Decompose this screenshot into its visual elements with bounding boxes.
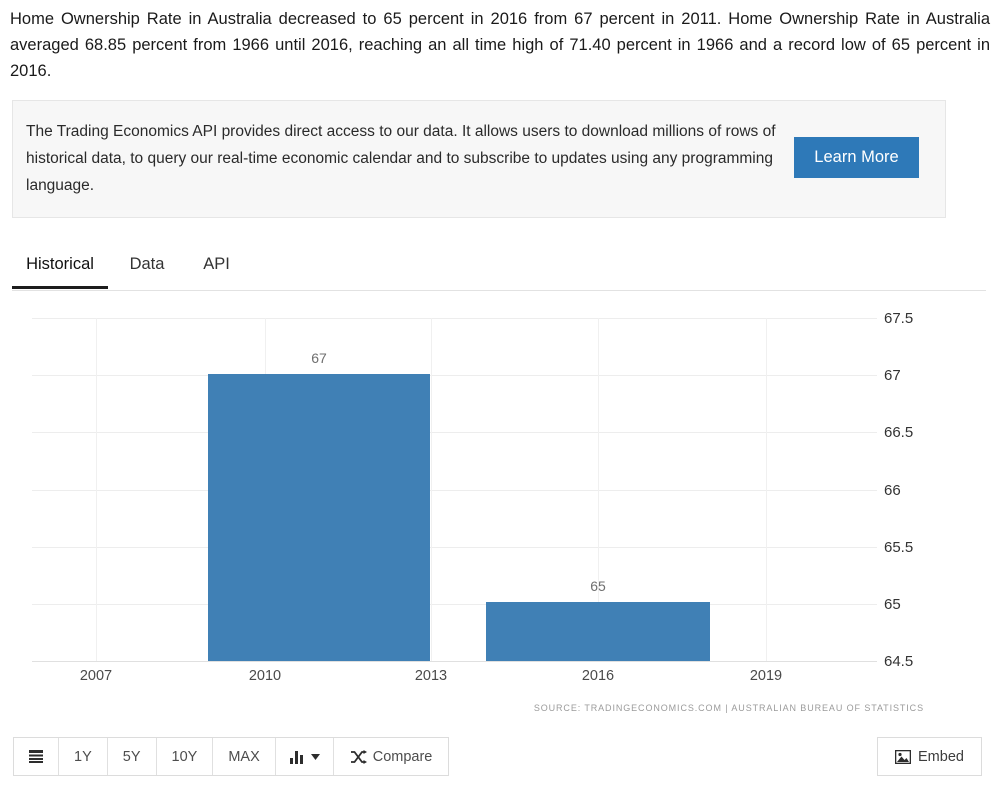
gridline-vertical (96, 318, 97, 662)
bar-label-2016: 65 (590, 578, 606, 594)
chart-type-dropdown-button[interactable] (275, 738, 334, 775)
range-max-button[interactable]: MAX (213, 738, 276, 775)
tab-data[interactable]: Data (122, 243, 172, 289)
tab-api[interactable]: API (194, 243, 239, 289)
chevron-down-icon (310, 753, 320, 760)
api-promo-banner: The Trading Economics API provides direc… (12, 100, 946, 218)
tab-historical[interactable]: Historical (12, 243, 108, 289)
embed-label: Embed (918, 748, 964, 765)
x-tick-2007: 2007 (79, 668, 113, 684)
y-tick-66-5: 66.5 (884, 424, 914, 441)
y-tick-66: 66 (884, 482, 901, 499)
x-tick-2013: 2013 (414, 668, 448, 684)
shuffle-icon (350, 749, 367, 764)
y-tick-67-5: 67.5 (884, 310, 914, 327)
image-icon (894, 749, 912, 764)
bar-chart-icon (289, 750, 305, 764)
gridline-horizontal (32, 604, 877, 605)
x-axis-line (32, 661, 877, 662)
gridline-vertical (766, 318, 767, 662)
bar-label-2011: 67 (311, 350, 327, 366)
range-10y-button[interactable]: 10Y (156, 738, 214, 775)
gridline-horizontal (32, 375, 877, 376)
calendar-list-button[interactable] (14, 738, 59, 775)
home-ownership-rate-chart: 67 65 2007 2010 2013 2016 2019 67.5 67 6… (12, 296, 986, 721)
chart-toolbar: 1Y 5Y 10Y MAX Compare (13, 737, 450, 776)
gridline-horizontal (32, 432, 877, 433)
chart-source-attribution: SOURCE: TRADINGECONOMICS.COM | AUSTRALIA… (533, 703, 924, 713)
compare-label: Compare (372, 748, 433, 765)
gridline-vertical (431, 318, 432, 662)
summary-paragraph: Home Ownership Rate in Australia decreas… (10, 10, 990, 80)
y-tick-67: 67 (884, 367, 901, 384)
bar-2016[interactable] (486, 602, 710, 661)
tab-bar: Historical Data API (12, 243, 986, 291)
gridline-horizontal (32, 318, 877, 319)
y-tick-65: 65 (884, 596, 901, 613)
embed-button[interactable]: Embed (877, 737, 982, 776)
api-promo-text: The Trading Economics API provides direc… (26, 123, 776, 194)
compare-button[interactable]: Compare (333, 738, 449, 775)
list-icon (28, 749, 44, 764)
range-1y-button[interactable]: 1Y (59, 738, 108, 775)
bar-2011[interactable] (208, 374, 430, 661)
learn-more-button[interactable]: Learn More (794, 137, 919, 178)
x-tick-2010: 2010 (248, 668, 282, 684)
chart-plot-area[interactable]: 67 65 2007 2010 2013 2016 2019 (32, 296, 877, 684)
x-tick-2019: 2019 (749, 668, 783, 684)
y-tick-65-5: 65.5 (884, 539, 914, 556)
y-tick-64-5: 64.5 (884, 653, 914, 670)
range-5y-button[interactable]: 5Y (107, 738, 157, 775)
gridline-horizontal (32, 490, 877, 491)
x-tick-2016: 2016 (581, 668, 615, 684)
gridline-horizontal (32, 547, 877, 548)
